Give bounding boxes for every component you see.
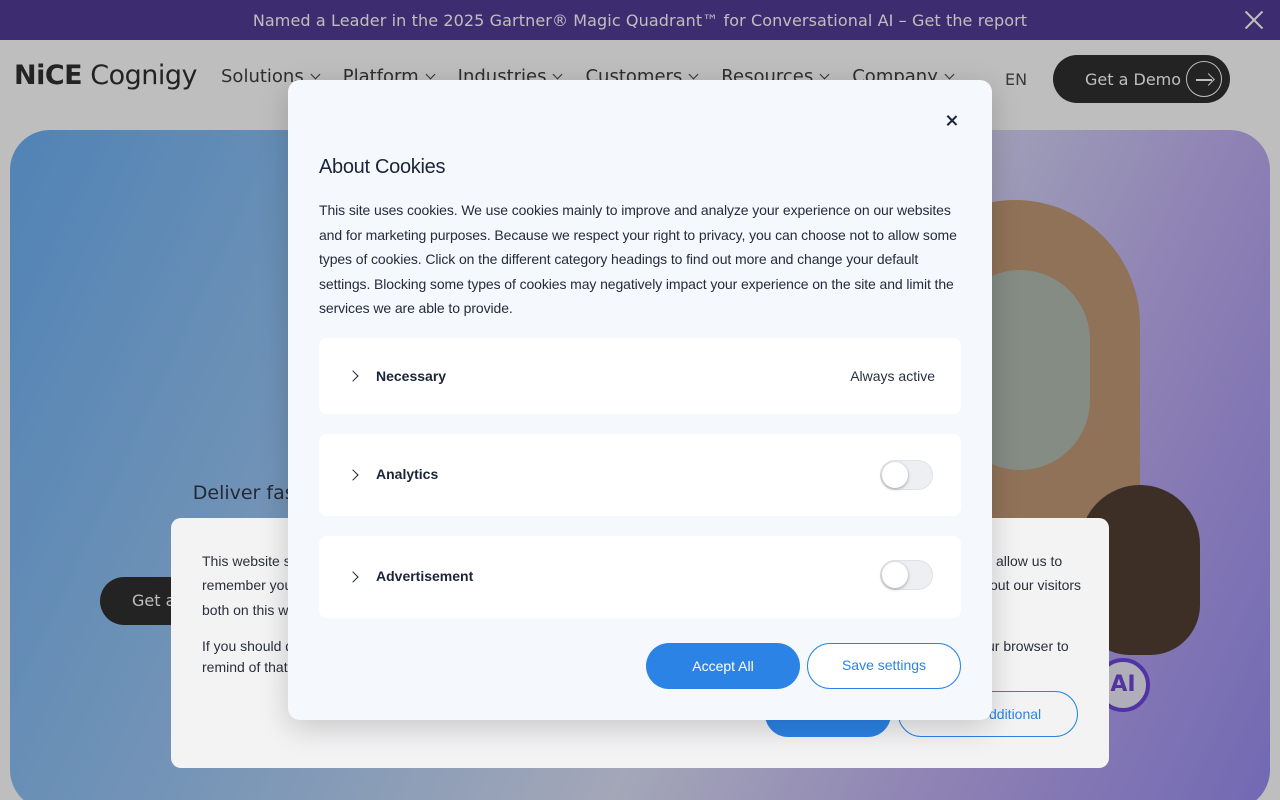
chevron-right-icon — [347, 370, 359, 382]
cookie-banner-text: ur browser to — [987, 638, 1069, 654]
cookie-banner-text: allow us to — [996, 553, 1063, 569]
cookie-category-analytics[interactable]: Analytics — [319, 434, 961, 516]
toggle-knob — [882, 462, 908, 488]
category-label: Analytics — [376, 466, 439, 482]
chevron-right-icon — [347, 469, 359, 481]
category-label: Necessary — [376, 368, 447, 384]
cookie-banner-text: out our visitors — [990, 577, 1082, 593]
modal-description: This site uses cookies. We use cookies m… — [319, 202, 957, 317]
cookie-banner-text: remember you — [202, 577, 293, 593]
advertisement-toggle[interactable] — [880, 560, 933, 590]
cookie-banner-text: This website s — [202, 553, 291, 569]
accept-all-button[interactable]: Accept All — [646, 643, 800, 689]
cookie-banner-text: both on this we — [202, 602, 297, 618]
analytics-toggle[interactable] — [880, 460, 933, 490]
category-label: Advertisement — [376, 568, 474, 584]
save-settings-button[interactable]: Save settings — [807, 643, 961, 689]
toggle-knob — [882, 562, 908, 588]
close-icon[interactable] — [940, 108, 964, 132]
modal-title: About Cookies — [319, 156, 446, 178]
cookie-category-advertisement[interactable]: Advertisement — [319, 536, 961, 618]
cookie-banner-text: remind of that y — [202, 659, 299, 675]
cookie-settings-modal: About Cookies This site uses cookies. We… — [288, 80, 992, 720]
category-status: Always active — [850, 368, 935, 384]
chevron-right-icon — [347, 571, 359, 583]
cookie-category-necessary[interactable]: Necessary Always active — [319, 338, 961, 414]
